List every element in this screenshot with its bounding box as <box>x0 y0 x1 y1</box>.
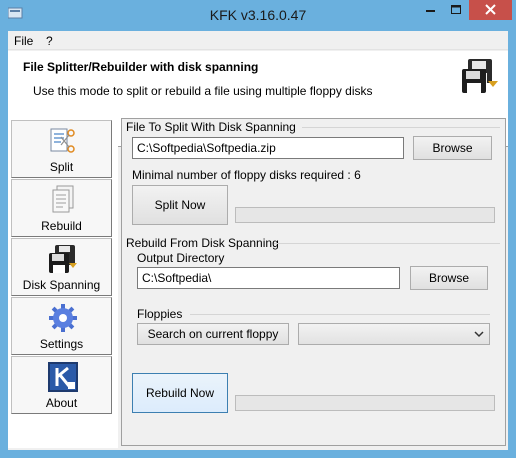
disk-spanning-panel: File To Split With Disk Spanning C:\Soft… <box>121 118 506 446</box>
about-k-icon <box>48 362 78 392</box>
output-directory-label: Output Directory <box>137 251 225 265</box>
split-progress-bar <box>235 207 495 223</box>
minimize-button[interactable] <box>417 0 443 20</box>
sidebar-item-label: Rebuild <box>41 219 82 233</box>
menu-help[interactable]: ? <box>46 34 53 48</box>
floppy-select[interactable] <box>298 323 490 345</box>
split-file-input[interactable]: C:\Softpedia\Softpedia.zip <box>132 137 404 159</box>
split-browse-button[interactable]: Browse <box>413 136 492 160</box>
mode-title: File Splitter/Rebuilder with disk spanni… <box>23 60 259 74</box>
floppies-label: Floppies <box>137 307 183 321</box>
client-area: File ? File Splitter/Rebuilder with disk… <box>8 31 508 450</box>
maximize-button[interactable] <box>443 0 469 20</box>
mode-description: Use this mode to split or rebuild a file… <box>33 84 373 98</box>
menu-bar: File ? <box>8 31 508 50</box>
close-button[interactable] <box>469 0 512 20</box>
title-bar[interactable]: KFK v3.16.0.47 <box>0 0 516 31</box>
search-current-floppy-button[interactable]: Search on current floppy <box>137 323 289 345</box>
split-file-icon <box>50 128 75 153</box>
sidebar-item-rebuild[interactable]: Rebuild <box>11 179 112 237</box>
sidebar-item-settings[interactable]: Settings <box>11 297 112 355</box>
sidebar-item-label: About <box>45 396 78 410</box>
floppy-disk-icon <box>49 245 77 273</box>
rebuild-file-icon <box>52 185 74 213</box>
sidebar-item-split[interactable]: Split <box>11 120 112 178</box>
split-group-title: File To Split With Disk Spanning <box>126 120 296 134</box>
floppy-disk-icon <box>462 59 498 93</box>
menu-file[interactable]: File <box>14 34 33 48</box>
floppy-count-info: Minimal number of floppy disks required … <box>132 168 361 182</box>
group-divider <box>302 127 500 128</box>
group-divider <box>274 243 500 244</box>
output-directory-input[interactable]: C:\Softpedia\ <box>137 267 400 289</box>
sidebar-item-about[interactable]: About <box>11 356 112 414</box>
gear-icon <box>49 304 77 332</box>
rebuild-group-title: Rebuild From Disk Spanning <box>126 236 279 250</box>
app-window: KFK v3.16.0.47 File ? File Splitter/Rebu… <box>0 0 516 458</box>
sidebar-item-disk-spanning[interactable]: Disk Spanning <box>11 238 112 296</box>
close-icon <box>485 4 496 15</box>
rebuild-progress-bar <box>235 395 495 411</box>
group-divider <box>190 314 490 315</box>
maximize-icon <box>451 5 461 14</box>
sidebar-item-label: Disk Spanning <box>22 278 101 292</box>
minimize-icon <box>426 10 435 12</box>
mode-sidebar: Split Rebuild Disk Spanning Settings Abo… <box>8 118 118 448</box>
sidebar-item-label: Split <box>49 160 74 174</box>
chevron-down-icon <box>474 331 484 338</box>
split-now-button[interactable]: Split Now <box>132 185 228 225</box>
sidebar-item-label: Settings <box>39 337 84 351</box>
rebuild-now-button[interactable]: Rebuild Now <box>132 373 228 413</box>
output-browse-button[interactable]: Browse <box>410 266 488 290</box>
